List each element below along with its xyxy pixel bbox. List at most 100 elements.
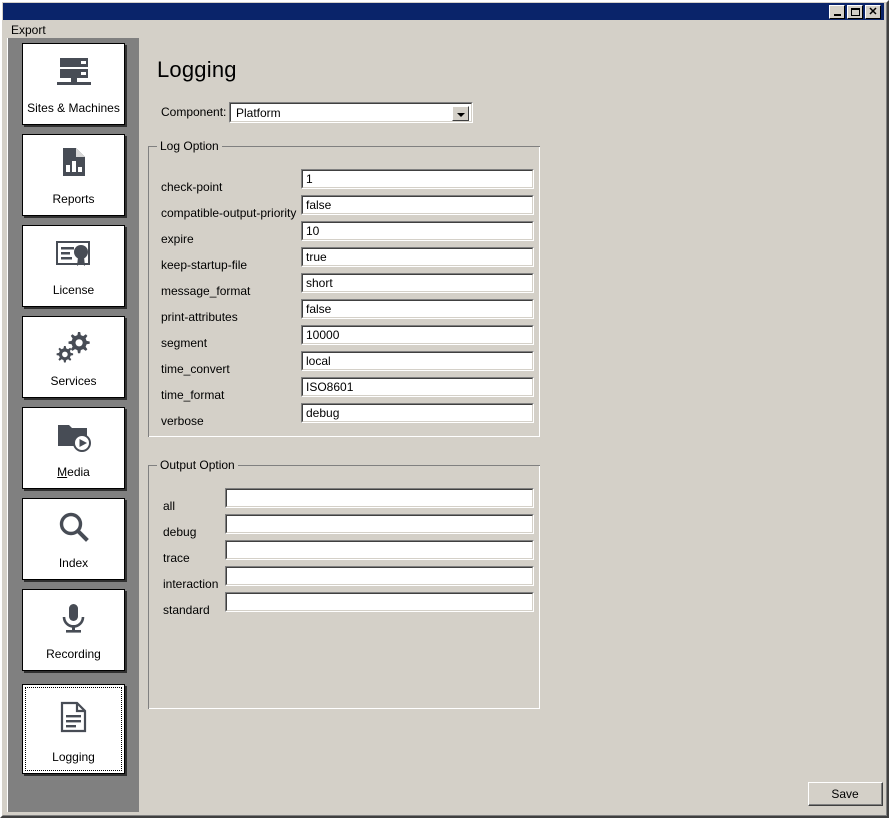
document-lines-icon bbox=[23, 701, 124, 735]
output-option-input-inner bbox=[226, 541, 533, 559]
log-option-input[interactable]: debug bbox=[301, 403, 534, 423]
log-option-label: time_convert bbox=[161, 362, 230, 376]
log-option-label: expire bbox=[161, 232, 194, 246]
log-option-label: segment bbox=[161, 336, 208, 350]
sidebar-item-logging[interactable]: Logging bbox=[22, 684, 125, 774]
output-option-input[interactable] bbox=[225, 514, 534, 534]
output-option-input[interactable] bbox=[225, 566, 534, 586]
sidebar-item-label: Recording bbox=[46, 647, 101, 661]
folder-play-icon bbox=[23, 420, 124, 454]
output-option-input[interactable] bbox=[225, 592, 534, 612]
log-option-input[interactable]: false bbox=[301, 195, 534, 215]
chevron-down-icon[interactable] bbox=[452, 106, 469, 121]
save-button-inner: Save bbox=[809, 783, 882, 805]
log-option-input-inner: debug bbox=[302, 404, 533, 422]
sidebar-item-label: Media bbox=[57, 465, 90, 479]
navigation-sidebar: Sites & Machines Reports License Services Me… bbox=[7, 38, 139, 812]
maximize-icon bbox=[850, 8, 860, 16]
output-option-input[interactable] bbox=[225, 540, 534, 560]
log-option-row: compatible-output-priority false bbox=[149, 195, 539, 223]
log-option-label: compatible-output-priority bbox=[161, 206, 297, 220]
log-option-input-inner: true bbox=[302, 248, 533, 266]
main-content-pane: Logging Component: Platform Log Option c… bbox=[142, 38, 883, 812]
log-option-group: Log Option check-point 1 compatible-output… bbox=[148, 139, 540, 437]
output-option-input[interactable] bbox=[225, 488, 534, 508]
save-button[interactable]: Save bbox=[808, 782, 883, 806]
output-option-label: standard bbox=[163, 603, 210, 617]
log-option-input-inner: 10000 bbox=[302, 326, 533, 344]
output-option-row: trace bbox=[149, 540, 539, 568]
close-button[interactable]: ✕ bbox=[865, 5, 881, 19]
save-button-label: Save bbox=[831, 787, 859, 801]
log-option-input-value: 1 bbox=[306, 172, 313, 186]
sidebar-item-services[interactable]: Services bbox=[22, 316, 125, 398]
log-option-input-inner: 10 bbox=[302, 222, 533, 240]
log-option-input[interactable]: false bbox=[301, 299, 534, 319]
log-option-input[interactable]: 10000 bbox=[301, 325, 534, 345]
minimize-button[interactable] bbox=[829, 5, 845, 19]
page-title: Logging bbox=[157, 57, 237, 82]
output-option-input-inner bbox=[226, 515, 533, 533]
application-window: ✕ Export Sites & Machines Reports License S… bbox=[0, 0, 889, 818]
log-option-row: verbose debug bbox=[149, 403, 539, 431]
output-option-row: debug bbox=[149, 514, 539, 542]
output-option-input-inner bbox=[226, 593, 533, 611]
log-option-row: time_format ISO8601 bbox=[149, 377, 539, 405]
menu-bar: Export bbox=[3, 21, 884, 38]
sidebar-item-index[interactable]: Index bbox=[22, 498, 125, 580]
log-option-input[interactable]: true bbox=[301, 247, 534, 267]
output-option-label: interaction bbox=[163, 577, 219, 591]
output-option-group: Output Option all debug trace interaction st… bbox=[148, 458, 540, 709]
microphone-icon bbox=[23, 602, 124, 636]
sidebar-item-sites-machines[interactable]: Sites & Machines bbox=[22, 43, 125, 125]
sidebar-item-reports[interactable]: Reports bbox=[22, 134, 125, 216]
sidebar-item-label: Index bbox=[58, 556, 89, 570]
sidebar-item-media[interactable]: Media bbox=[22, 407, 125, 489]
log-option-input-inner: false bbox=[302, 196, 533, 214]
component-dropdown[interactable]: Platform bbox=[229, 102, 473, 123]
log-option-row: message_format short bbox=[149, 273, 539, 301]
bar-chart-document-icon bbox=[23, 147, 124, 181]
log-option-row: segment 10000 bbox=[149, 325, 539, 353]
log-option-input-value: ISO8601 bbox=[306, 380, 354, 394]
output-option-row: standard bbox=[149, 592, 539, 620]
sidebar-item-label: Reports bbox=[52, 192, 95, 206]
output-option-legend: Output Option bbox=[157, 458, 238, 472]
log-option-input-value: short bbox=[306, 276, 333, 290]
log-option-input[interactable]: 1 bbox=[301, 169, 534, 189]
log-option-label: message_format bbox=[161, 284, 251, 298]
log-option-input[interactable]: 10 bbox=[301, 221, 534, 241]
log-option-input-value: false bbox=[306, 198, 332, 212]
title-bar[interactable]: ✕ bbox=[3, 3, 884, 20]
log-option-row: print-attributes false bbox=[149, 299, 539, 327]
log-option-input-inner: 1 bbox=[302, 170, 533, 188]
log-option-row: keep-startup-file true bbox=[149, 247, 539, 275]
log-option-input[interactable]: local bbox=[301, 351, 534, 371]
sidebar-item-label: Services bbox=[50, 374, 97, 388]
log-option-label: check-point bbox=[161, 180, 223, 194]
sidebar-item-label: License bbox=[52, 283, 95, 297]
output-option-row: all bbox=[149, 488, 539, 516]
output-option-label: trace bbox=[163, 551, 190, 565]
component-selected-value: Platform bbox=[236, 106, 281, 120]
close-icon: ✕ bbox=[868, 6, 878, 18]
maximize-button[interactable] bbox=[847, 5, 863, 19]
sidebar-item-recording[interactable]: Recording bbox=[22, 589, 125, 671]
sidebar-item-license[interactable]: License bbox=[22, 225, 125, 307]
log-option-input-value: debug bbox=[306, 406, 340, 420]
output-option-row: interaction bbox=[149, 566, 539, 594]
output-option-input-inner bbox=[226, 489, 533, 507]
log-option-input-inner: ISO8601 bbox=[302, 378, 533, 396]
component-label: Component: bbox=[161, 105, 227, 119]
log-option-input[interactable]: ISO8601 bbox=[301, 377, 534, 397]
log-option-input[interactable]: short bbox=[301, 273, 534, 293]
minimize-icon bbox=[833, 14, 841, 16]
log-option-row: expire 10 bbox=[149, 221, 539, 249]
menu-item-export[interactable]: Export bbox=[11, 23, 46, 37]
log-option-label: verbose bbox=[161, 414, 204, 428]
output-option-label: debug bbox=[163, 525, 197, 539]
log-option-row: time_convert local bbox=[149, 351, 539, 379]
log-option-label: time_format bbox=[161, 388, 225, 402]
gears-icon bbox=[23, 329, 124, 363]
server-rack-icon bbox=[23, 56, 124, 90]
